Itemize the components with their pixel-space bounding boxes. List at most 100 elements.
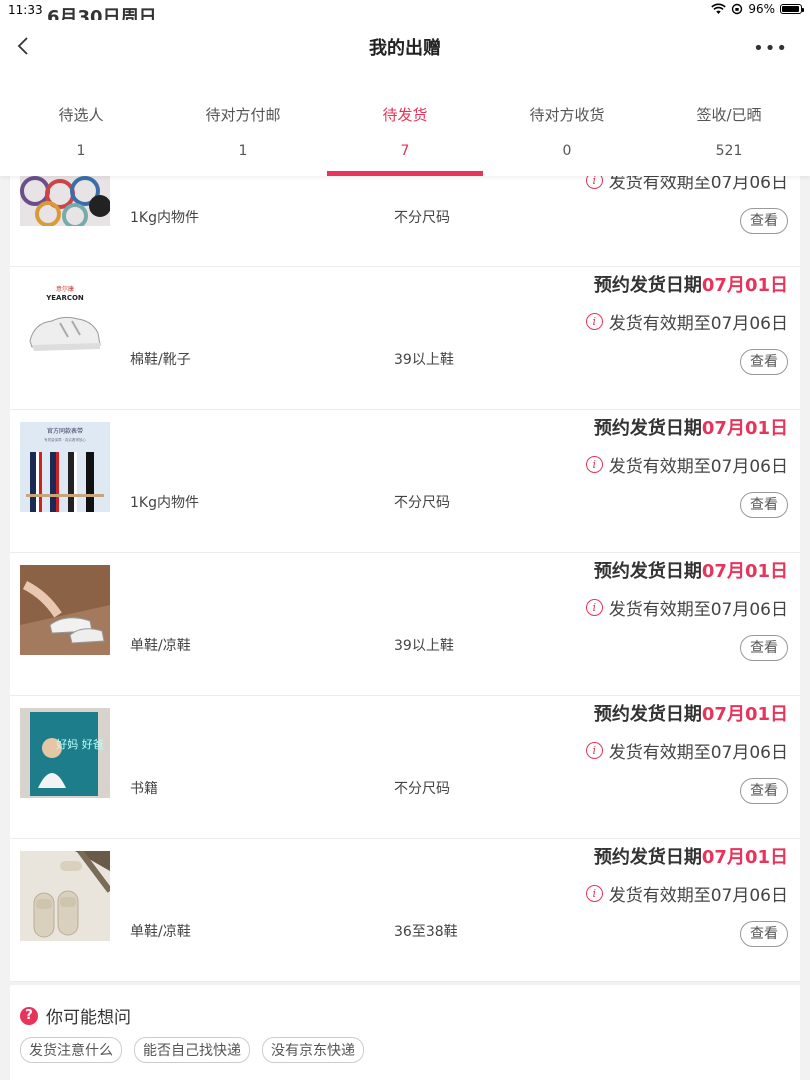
book-image: 好妈 好爸 xyxy=(20,708,110,798)
validity-text: i 发货有效期至07月06日 xyxy=(585,738,788,763)
item-category: 书籍 xyxy=(130,781,158,797)
tab-label: 待发货 xyxy=(382,106,428,124)
tab-pending-shipment[interactable]: 待发货 7 xyxy=(324,76,486,176)
item-size: 不分尺码 xyxy=(394,781,450,797)
list-item[interactable]: 意尔康 YEARCON 预约发货日期07月01日 i 发货有效期至07月06日 … xyxy=(10,267,800,410)
view-button[interactable]: 查看 xyxy=(740,921,788,947)
battery-percent: 96% xyxy=(748,2,775,16)
brand-cn-text: 意尔康 xyxy=(56,285,74,293)
item-category: 棉鞋/靴子 xyxy=(130,352,191,368)
validity-text: i 发货有效期至07月06日 xyxy=(585,881,788,906)
shipping-date-label: 预约发货日期 xyxy=(593,275,702,296)
info-icon: i xyxy=(585,313,603,330)
tab-label: 待对方收货 xyxy=(529,106,605,124)
more-icon[interactable]: ••• xyxy=(753,38,788,59)
tab-count: 0 xyxy=(562,143,572,159)
tab-pending-postage[interactable]: 待对方付邮 1 xyxy=(162,76,324,176)
view-button[interactable]: 查看 xyxy=(740,635,788,661)
shipping-date-label: 预约发货日期 xyxy=(593,847,702,868)
status-right: 96% xyxy=(711,2,804,16)
tab-label: 待对方付邮 xyxy=(205,106,281,124)
tab-label: 待选人 xyxy=(58,106,104,124)
brand-text: YEARCON xyxy=(45,294,84,302)
list-item[interactable]: 1Kg内物件 不分尺码 i 发货有效期至07月06日 查看 xyxy=(10,136,800,267)
validity-label: 发货有效期至07月06日 xyxy=(608,886,788,906)
shipping-date-label: 预约发货日期 xyxy=(593,561,702,582)
faq-header: ? 你可能想问 xyxy=(20,1003,131,1028)
view-button[interactable]: 查看 xyxy=(740,778,788,804)
tab-pending-receipt[interactable]: 待对方收货 0 xyxy=(486,76,648,176)
item-category: 1Kg内物件 xyxy=(130,495,199,511)
item-size: 不分尺码 xyxy=(394,210,450,226)
shipping-date-value: 07月01日 xyxy=(701,561,788,582)
faq-section: ? 你可能想问 发货注意什么 能否自己找快递 没有京东快递 xyxy=(10,985,800,1080)
view-button[interactable]: 查看 xyxy=(740,492,788,518)
list-item[interactable]: 预约发货日期07月01日 i 发货有效期至07月06日 单鞋/凉鞋 39以上鞋 … xyxy=(10,553,800,696)
status-bar: 11:33 6月30日周日 96% xyxy=(0,0,810,28)
status-time: 11:33 xyxy=(8,3,43,17)
tab-count: 1 xyxy=(238,143,248,159)
shipping-date-value: 07月01日 xyxy=(701,275,788,296)
page-title: 我的出赠 xyxy=(369,38,441,59)
item-thumbnail xyxy=(20,565,110,655)
watch-strap-image: 官方同款表带 有质量保障 · 真实看得放心 xyxy=(20,422,110,512)
validity-text: i 发货有效期至07月06日 xyxy=(585,309,788,334)
tab-count: 1 xyxy=(76,143,86,159)
shipping-date-label: 预约发货日期 xyxy=(593,704,702,725)
tab-count: 7 xyxy=(400,143,410,159)
faq-chip[interactable]: 能否自己找快递 xyxy=(134,1037,250,1063)
item-thumbnail: 意尔康 YEARCON xyxy=(20,279,110,369)
view-button[interactable]: 查看 xyxy=(740,349,788,375)
tab-label: 签收/已晒 xyxy=(696,106,762,124)
tab-received[interactable]: 签收/已晒 521 xyxy=(648,76,810,176)
battery-fill xyxy=(782,6,800,12)
item-size: 39以上鞋 xyxy=(394,352,454,368)
info-icon: i xyxy=(585,885,603,902)
faq-chip[interactable]: 发货注意什么 xyxy=(20,1037,122,1063)
shipping-date-value: 07月01日 xyxy=(701,418,788,439)
shipping-date-label: 预约发货日期 xyxy=(593,418,702,439)
shoe-on-feet-image xyxy=(20,565,110,655)
slippers-image xyxy=(20,851,110,941)
faq-chip[interactable]: 没有京东快递 xyxy=(262,1037,364,1063)
item-category: 单鞋/凉鞋 xyxy=(130,638,191,654)
subcaption-text: 有质量保障 · 真实看得放心 xyxy=(44,437,86,442)
battery-icon xyxy=(780,4,804,14)
info-icon: i xyxy=(585,742,603,759)
shipping-date: 预约发货日期07月01日 xyxy=(594,414,788,440)
caption-text: 官方同款表带 xyxy=(47,427,83,435)
tab-count: 521 xyxy=(715,143,743,159)
validity-label: 发货有效期至07月06日 xyxy=(608,457,788,477)
validity-text: i 发货有效期至07月06日 xyxy=(585,452,788,477)
item-thumbnail: 官方同款表带 有质量保障 · 真实看得放心 xyxy=(20,422,110,512)
shipping-date: 预约发货日期07月01日 xyxy=(594,700,788,726)
list-item[interactable]: 好妈 好爸 预约发货日期07月01日 i 发货有效期至07月06日 书籍 不分尺… xyxy=(10,696,800,839)
sneaker-image: 意尔康 YEARCON xyxy=(20,279,110,369)
book-cover-text: 好妈 好爸 xyxy=(56,737,104,751)
status-tabs: 待选人 1 待对方付邮 1 待发货 7 待对方收货 0 签收/已晒 521 xyxy=(0,76,810,176)
tab-underline xyxy=(327,171,483,176)
validity-label: 发货有效期至07月06日 xyxy=(608,314,788,334)
wifi-icon xyxy=(711,3,727,14)
info-icon: i xyxy=(585,456,603,473)
view-button[interactable]: 查看 xyxy=(740,208,788,234)
shipping-date: 预约发货日期07月01日 xyxy=(594,557,788,583)
info-icon: i xyxy=(585,599,603,616)
list-item[interactable]: 官方同款表带 有质量保障 · 真实看得放心 预约发货日期07月01日 i 发货有… xyxy=(10,410,800,553)
validity-text: i 发货有效期至07月06日 xyxy=(585,595,788,620)
item-size: 不分尺码 xyxy=(394,495,450,511)
nav-bar: 我的出赠 ••• xyxy=(0,20,810,76)
tab-pending-selection[interactable]: 待选人 1 xyxy=(0,76,162,176)
validity-label: 发货有效期至07月06日 xyxy=(608,600,788,620)
list-item[interactable]: 预约发货日期07月01日 i 发货有效期至07月06日 单鞋/凉鞋 36至38鞋… xyxy=(10,839,800,982)
item-size: 39以上鞋 xyxy=(394,638,454,654)
shipping-date-value: 07月01日 xyxy=(701,704,788,725)
faq-title: 你可能想问 xyxy=(46,1008,131,1028)
item-size: 36至38鞋 xyxy=(394,924,458,940)
shipping-date-value: 07月01日 xyxy=(701,847,788,868)
validity-label: 发货有效期至07月06日 xyxy=(608,743,788,763)
item-category: 单鞋/凉鞋 xyxy=(130,924,191,940)
gift-list: 1Kg内物件 不分尺码 i 发货有效期至07月06日 查看 意尔康 YEARCO… xyxy=(10,136,800,982)
question-icon: ? xyxy=(20,1006,38,1025)
shipping-date: 预约发货日期07月01日 xyxy=(594,271,788,297)
